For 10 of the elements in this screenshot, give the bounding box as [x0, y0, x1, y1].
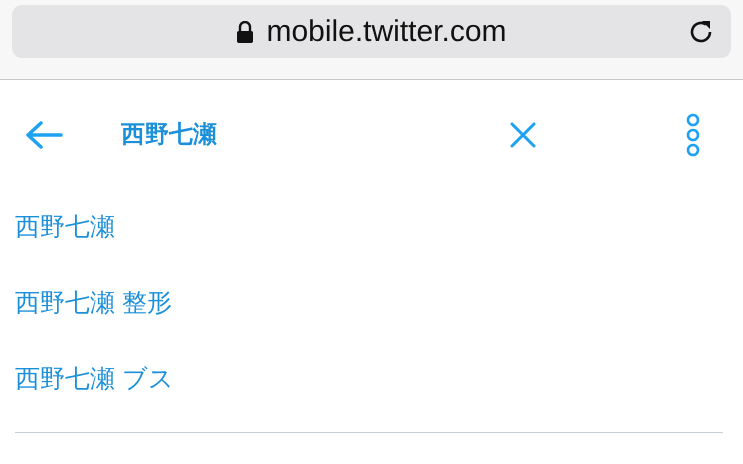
- address-bar[interactable]: mobile.twitter.com: [12, 5, 731, 58]
- more-options-icon[interactable]: [685, 113, 701, 157]
- search-suggestion[interactable]: 西野七瀬: [15, 209, 115, 247]
- lock-icon: [236, 20, 254, 42]
- back-arrow-icon[interactable]: [25, 120, 63, 150]
- url-text: mobile.twitter.com: [266, 16, 507, 46]
- search-suggestion[interactable]: 西野七瀬 ブス: [15, 361, 174, 399]
- close-icon[interactable]: [509, 121, 537, 149]
- search-suggestion[interactable]: 西野七瀬 整形: [15, 285, 172, 323]
- search-field[interactable]: 西野七瀬: [121, 117, 441, 153]
